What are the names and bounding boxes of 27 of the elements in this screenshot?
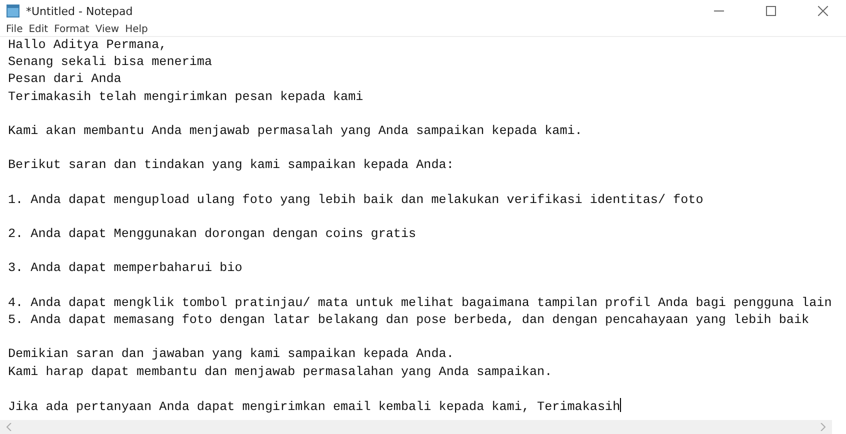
- menu-item[interactable]: Edit: [28, 24, 48, 34]
- horizontal-scrollbar[interactable]: [0, 420, 832, 434]
- menu-item[interactable]: Help: [125, 24, 148, 34]
- notepad-icon: [6, 4, 20, 18]
- text-line: Demikian saran dan jawaban yang kami sampaikan kepada Anda.: [8, 346, 455, 364]
- text-line: Kami harap dapat membantu dan menjawab permasalahan yang Anda sampaikan.: [8, 364, 554, 381]
- text-line: Berikut saran dan tindakan yang kami sampaikan kepada Anda:: [8, 157, 455, 174]
- scroll-left-icon[interactable]: [6, 423, 12, 431]
- maximize-icon: [766, 6, 776, 16]
- menu-item[interactable]: Format: [54, 24, 90, 34]
- text-line: Terimakasih telah mengirimkan pesan kepada kami: [8, 88, 364, 106]
- window-title: *Untitled - Notepad: [26, 4, 134, 18]
- text-line: Senang sekali bisa menerima: [8, 54, 214, 72]
- text-line: Hallo Aditya Permana,: [8, 37, 168, 54]
- scroll-right-icon[interactable]: [820, 423, 826, 431]
- text-line: Pesan dari Anda: [8, 71, 122, 88]
- text-line: 1. Anda dapat mengupload ulang foto yang lebih baik dan melakukan verifikasi identitas/ foto: [8, 192, 704, 209]
- menu-item[interactable]: View: [95, 24, 120, 34]
- text-line: Jika ada pertanyaan Anda dapat mengirimkan email kembali kepada kami, Terimakasih: [8, 398, 622, 416]
- text-line: 5. Anda dapat memasang foto dengan latar belakang dan pose berbeda, dan dengan pencahayaan yang lebih baik: [8, 312, 810, 329]
- text-line: 2. Anda dapat Menggunakan dorongan dengan coins gratis: [8, 226, 418, 244]
- text-line: Kami akan membantu Anda menjawab permasalah yang Anda sampaikan kepada kami.: [8, 122, 584, 140]
- close-icon: [818, 6, 828, 16]
- text-line: 3. Anda dapat memperbaharui bio: [8, 260, 244, 278]
- menu-item[interactable]: File: [6, 24, 23, 34]
- text-line: 4. Anda dapat mengklik tombol pratinjau/ mata untuk melihat bagaimana tampilan profil Anda bagi pengguna lain: [8, 294, 833, 312]
- text-caret: [620, 398, 622, 412]
